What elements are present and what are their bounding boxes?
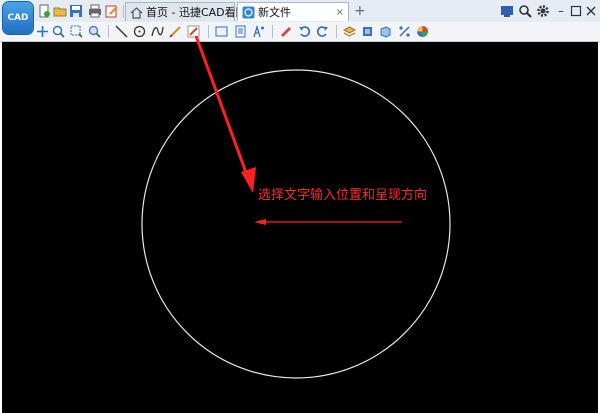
app-logo[interactable]: CAD — [3, 2, 33, 34]
callout-arrow — [194, 35, 256, 193]
cad-viewer-window: CAD 首页 - 迅捷CAD看图 新文件 × + – 选择文字输入位置和呈现方向 — [0, 0, 600, 413]
callout-arrow-line — [194, 35, 250, 179]
callout-arrow-head — [241, 167, 256, 193]
